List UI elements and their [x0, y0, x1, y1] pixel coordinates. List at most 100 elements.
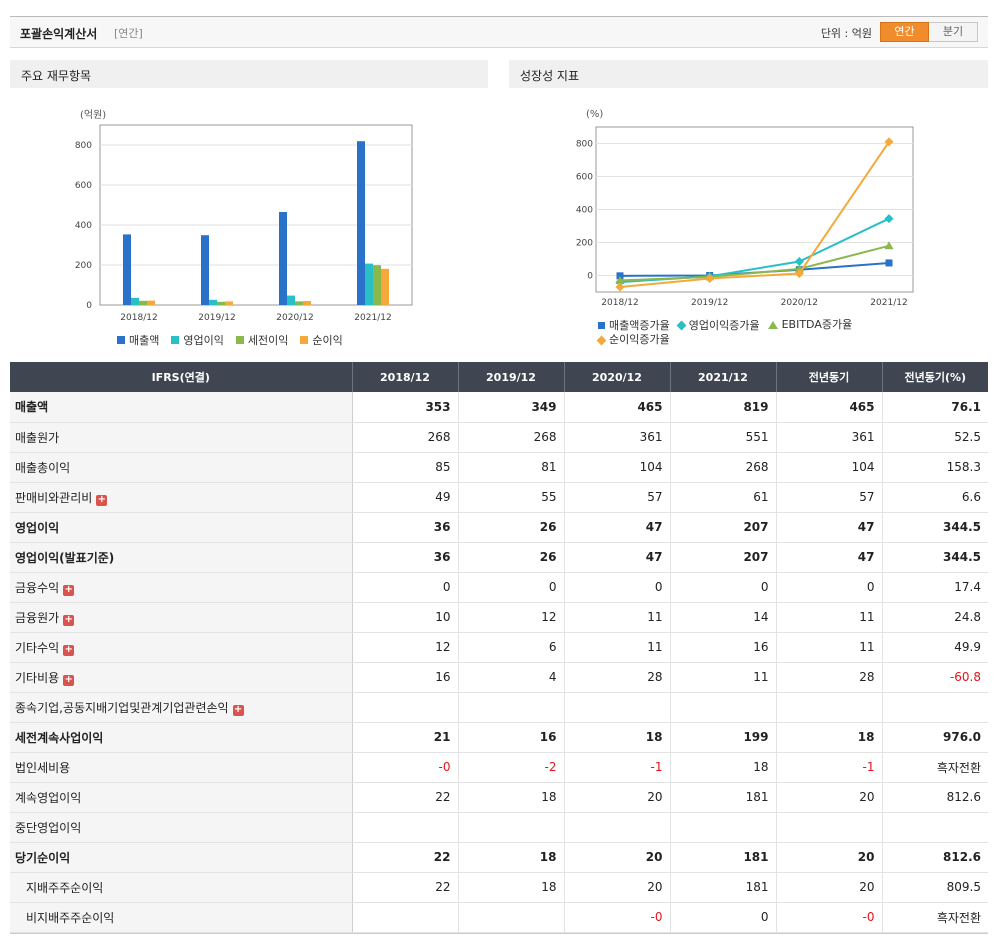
legend-item: 매출액증가율 [598, 319, 670, 333]
y-tick-label: 800 [75, 141, 92, 151]
statement-header: 포괄손익계산서 [연간] 단위 : 억원 연간 분기 [10, 16, 988, 48]
table-cell: 268 [670, 452, 777, 483]
row-label-text: 판매비와관리비 [15, 490, 93, 505]
table-cell: 28 [776, 662, 883, 693]
legend-swatch [596, 335, 607, 345]
legend-swatch [171, 336, 180, 344]
table-cell: 22 [352, 782, 459, 813]
table-row: 기타수익 +12 6 11 16 11 49.9 [10, 632, 988, 663]
bar [139, 300, 147, 305]
legend-item: 영업이익 [171, 332, 224, 348]
table-header-row: IFRS(연결) 2018/12 2019/12 2020/12 2021/12… [10, 362, 988, 392]
table-cell: 18 [458, 872, 565, 903]
col-header: 전년동기(%) [882, 362, 988, 392]
table-cell: 0 [670, 572, 777, 603]
table-cell: 6.6 [882, 482, 988, 513]
row-label-text: 기타비용 [15, 670, 60, 685]
table-cell: 361 [776, 422, 883, 453]
bar [201, 235, 209, 305]
y-tick-label: 200 [75, 261, 92, 271]
legend-item: 순이익증가율 [596, 333, 670, 347]
y-tick-label: 0 [587, 272, 593, 282]
row-label-text: 중단영업이익 [15, 820, 82, 835]
statement-title: 포괄손익계산서 [20, 27, 98, 41]
table-cell: 207 [670, 542, 777, 573]
row-label-text: 매출총이익 [15, 460, 71, 475]
legend-label: EBITDA증가율 [781, 318, 853, 331]
table-cell: 349 [458, 392, 565, 423]
table-cell: -1 [564, 752, 671, 783]
table-cell: 0 [458, 572, 565, 603]
expand-icon[interactable]: + [63, 674, 75, 686]
table-cell: 812.6 [882, 782, 988, 813]
table-cell: 11 [564, 602, 671, 633]
table-cell: 268 [352, 422, 459, 453]
table-row: 법인세비용 -0 -2 -1 18 -1 흑자전환 [10, 752, 988, 783]
table-cell: 20 [776, 842, 883, 873]
table-cell: 18 [776, 722, 883, 753]
expand-icon[interactable]: + [63, 644, 75, 656]
expand-icon[interactable]: + [232, 704, 244, 716]
table-cell: 57 [564, 482, 671, 513]
x-tick-label: 2018/12 [120, 313, 157, 323]
table-cell: 47 [776, 542, 883, 573]
quarter-toggle-button[interactable]: 분기 [929, 22, 978, 42]
x-tick-label: 2018/12 [601, 298, 638, 308]
table-cell: 16 [670, 632, 777, 663]
row-label-text: 금융수익 [15, 580, 60, 595]
table-cell: 4 [458, 662, 565, 693]
row-label: 중단영업이익 [10, 812, 353, 843]
legend-label: 순이익증가율 [609, 333, 670, 346]
col-header: 전년동기 [776, 362, 883, 392]
table-cell: 16 [352, 662, 459, 693]
table-cell: 11 [564, 632, 671, 663]
legend-item: 순이익 [300, 332, 343, 348]
table-cell [458, 902, 565, 933]
row-label-text: 세전계속사업이익 [15, 730, 104, 745]
table-cell [776, 692, 883, 723]
expand-icon[interactable]: + [96, 494, 108, 506]
table-cell: 353 [352, 392, 459, 423]
unit-label: 단위 : 억원 [820, 27, 872, 40]
table-cell [564, 812, 671, 843]
y-axis-label: (억원) [80, 109, 106, 121]
annual-toggle-button[interactable]: 연간 [880, 22, 929, 42]
table-cell: 18 [670, 752, 777, 783]
table-cell: 52.5 [882, 422, 988, 453]
table-cell: 17.4 [882, 572, 988, 603]
table-row: 종속기업,공동지배기업및관계기업관련손익 + [10, 692, 988, 723]
legend-item: 영업이익증가율 [676, 319, 760, 333]
table-row: 영업이익 36 26 47 207 47 344.5 [10, 512, 988, 543]
expand-icon[interactable]: + [63, 584, 75, 596]
table-cell: 26 [458, 542, 565, 573]
bar [225, 301, 233, 305]
table-cell [670, 692, 777, 723]
table-row: 매출총이익 85 81 104 268 104 158.3 [10, 452, 988, 483]
expand-icon[interactable]: + [63, 614, 75, 626]
table-cell: 61 [670, 482, 777, 513]
legend-swatch [235, 336, 244, 344]
bar [303, 301, 311, 305]
table-cell: 0 [564, 572, 671, 603]
y-tick-label: 800 [576, 140, 593, 150]
bar [131, 297, 139, 305]
row-label: 비지배주주순이익 [10, 902, 353, 933]
table-row: 금융원가 +10 12 11 14 11 24.8 [10, 602, 988, 633]
legend-swatch [598, 322, 605, 329]
bar [217, 301, 225, 305]
table-cell: 14 [670, 602, 777, 633]
table-cell: 12 [458, 602, 565, 633]
table-cell: 812.6 [882, 842, 988, 873]
table-row: 영업이익(발표기준) 36 26 47 207 47 344.5 [10, 542, 988, 573]
table-cell: -60.8 [882, 662, 988, 693]
table-cell: 12 [352, 632, 459, 663]
row-label: 매출액 [10, 392, 353, 423]
table-cell: 49.9 [882, 632, 988, 663]
table-cell: 55 [458, 482, 565, 513]
table-cell [352, 902, 459, 933]
table-cell: 47 [564, 512, 671, 543]
table-cell: 18 [458, 842, 565, 873]
table-cell: 344.5 [882, 542, 988, 573]
y-tick-label: 600 [75, 181, 92, 191]
row-label: 계속영업이익 [10, 782, 353, 813]
